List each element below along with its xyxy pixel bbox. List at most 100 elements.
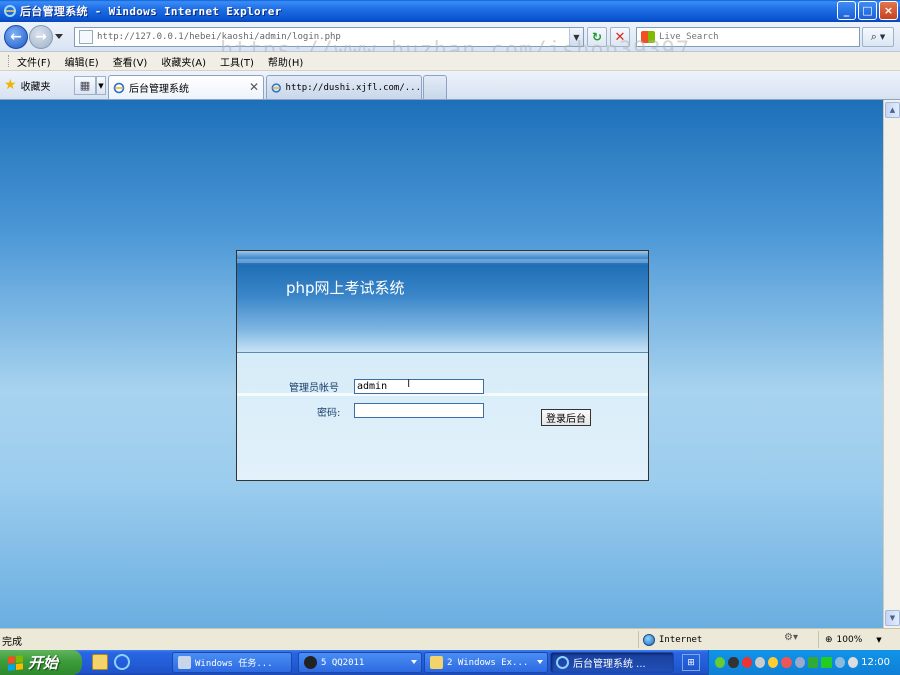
arrow-right-icon: → bbox=[35, 29, 47, 45]
chevron-down-icon bbox=[411, 660, 417, 664]
clock: 12:00 bbox=[861, 657, 890, 668]
ie-logo-icon bbox=[4, 5, 16, 17]
ie-page-icon bbox=[113, 82, 125, 93]
start-button[interactable]: 开始 bbox=[0, 650, 82, 675]
system-tray: 12:00 bbox=[708, 650, 900, 675]
login-button[interactable]: 登录后台 bbox=[541, 409, 591, 426]
toolbar-grip bbox=[8, 55, 11, 67]
chevron-down-icon: ▼ bbox=[98, 81, 104, 90]
menu-bar: 文件(F) 编辑(E) 查看(V) 收藏夹(A) 工具(T) 帮助(H) bbox=[0, 52, 900, 71]
chevron-down-icon: ▼ bbox=[876, 635, 882, 644]
refresh-icon: ↻ bbox=[591, 30, 603, 44]
refresh-button[interactable]: ↻ bbox=[587, 27, 607, 47]
chevron-down-icon bbox=[537, 660, 543, 664]
tab-dushi[interactable]: http://dushi.xjfl.com/... bbox=[266, 75, 422, 99]
folder-icon bbox=[430, 656, 443, 669]
stop-button[interactable]: ✕ bbox=[610, 27, 630, 47]
maximize-button[interactable]: □ bbox=[858, 1, 877, 20]
windows-logo-icon bbox=[8, 654, 23, 671]
search-input[interactable] bbox=[659, 32, 849, 42]
ie-icon[interactable] bbox=[114, 654, 130, 670]
tray-app-icon[interactable] bbox=[715, 657, 726, 668]
volume-icon[interactable] bbox=[847, 657, 859, 668]
task-admin-system[interactable]: 后台管理系统 ... bbox=[550, 652, 674, 673]
task-label: 2 Windows Ex... bbox=[447, 657, 529, 668]
password-label: 密码: bbox=[317, 408, 341, 419]
address-url[interactable]: http://127.0.0.1/hebei/kaoshi/admin/logi… bbox=[97, 32, 341, 42]
zoom-icon: ⊕ bbox=[825, 634, 833, 645]
scroll-down-icon[interactable]: ▼ bbox=[885, 610, 900, 626]
tray-app-icon[interactable] bbox=[741, 657, 752, 668]
menu-view[interactable]: 查看(V) bbox=[113, 54, 148, 69]
qq-icon bbox=[304, 656, 317, 669]
zoom-level: 100% bbox=[836, 634, 863, 645]
status-bar: 完成 Internet ⚙▾ ⊕ 100% ▼ bbox=[0, 628, 900, 650]
close-button[interactable]: × bbox=[879, 1, 898, 20]
window-titlebar[interactable]: 后台管理系统 - Windows Internet Explorer _ □ × bbox=[0, 0, 900, 22]
star-icon: ★ bbox=[4, 77, 17, 93]
favorites-button[interactable]: ★ 收藏夹 bbox=[4, 77, 51, 93]
tray-app-icon[interactable] bbox=[728, 657, 739, 668]
status-text: 完成 bbox=[2, 637, 22, 648]
search-box[interactable] bbox=[636, 27, 860, 47]
window-title: 后台管理系统 - Windows Internet Explorer bbox=[20, 5, 282, 18]
tray-app-icon[interactable] bbox=[768, 657, 779, 668]
network-icon[interactable] bbox=[834, 657, 845, 668]
stop-icon: ✕ bbox=[614, 29, 626, 45]
security-zone[interactable]: Internet bbox=[638, 631, 778, 648]
history-dropdown-icon[interactable] bbox=[55, 34, 63, 39]
new-tab-button[interactable] bbox=[423, 75, 447, 99]
quick-launch bbox=[92, 654, 130, 670]
zone-label: Internet bbox=[659, 634, 703, 645]
text-cursor-icon: I bbox=[407, 377, 411, 390]
menu-file[interactable]: 文件(F) bbox=[17, 54, 51, 69]
chevron-down-icon: ▼ bbox=[879, 33, 886, 41]
task-explorer[interactable]: 2 Windows Ex... bbox=[424, 652, 548, 673]
monitor-icon bbox=[178, 656, 191, 669]
favorites-label: 收藏夹 bbox=[20, 81, 51, 93]
back-button[interactable]: ← bbox=[4, 25, 28, 49]
task-label: 后台管理系统 ... bbox=[573, 659, 646, 670]
chevron-down-icon[interactable]: ▼ bbox=[569, 28, 583, 46]
taskbar: 开始 Windows 任务... 5 QQ2011 2 Windows Ex..… bbox=[0, 650, 900, 675]
menu-edit[interactable]: 编辑(E) bbox=[65, 54, 99, 69]
menu-help[interactable]: 帮助(H) bbox=[268, 54, 303, 69]
menu-favorites[interactable]: 收藏夹(A) bbox=[161, 54, 206, 69]
tab-list-dropdown[interactable]: ▼ bbox=[96, 76, 106, 95]
arrow-left-icon: ← bbox=[10, 29, 22, 45]
close-tab-icon[interactable]: ✕ bbox=[249, 80, 259, 94]
username-input[interactable]: admin bbox=[354, 379, 484, 394]
tray-app-icon[interactable] bbox=[821, 657, 832, 668]
tab-title: 后台管理系统 bbox=[129, 84, 189, 95]
tab-title: http://dushi.xjfl.com/... bbox=[285, 82, 421, 93]
shield-icon[interactable] bbox=[807, 657, 819, 668]
search-button[interactable]: ⌕ ▼ bbox=[862, 27, 894, 47]
grid-icon: ▦ bbox=[79, 79, 91, 92]
vertical-scrollbar[interactable]: ▲ ▼ bbox=[883, 100, 900, 628]
language-icon[interactable]: ⊞ bbox=[682, 654, 700, 671]
login-panel: php网上考试系统 管理员帐号 admin I 密码: 登录后台 bbox=[236, 250, 649, 481]
ie-icon bbox=[556, 656, 569, 669]
live-search-icon bbox=[641, 31, 655, 43]
header-stripe bbox=[237, 259, 648, 263]
task-windows-manager[interactable]: Windows 任务... bbox=[172, 652, 292, 673]
tray-app-icon[interactable] bbox=[794, 657, 805, 668]
task-qq[interactable]: 5 QQ2011 bbox=[298, 652, 422, 673]
folder-icon[interactable] bbox=[92, 654, 108, 670]
forward-button[interactable]: → bbox=[29, 25, 53, 49]
task-label: Windows 任务... bbox=[195, 659, 273, 669]
address-input[interactable]: http://127.0.0.1/hebei/kaoshi/admin/logi… bbox=[74, 27, 584, 47]
tray-app-icon[interactable] bbox=[754, 657, 766, 668]
ie-page-icon bbox=[271, 82, 281, 93]
zoom-control[interactable]: ⊕ 100% ▼ bbox=[818, 631, 900, 648]
quick-tabs-button[interactable]: ▦ bbox=[74, 76, 96, 95]
minimize-button[interactable]: _ bbox=[837, 1, 856, 20]
scroll-up-icon[interactable]: ▲ bbox=[885, 102, 900, 118]
tab-admin-login[interactable]: 后台管理系统 ✕ bbox=[108, 75, 264, 99]
password-input[interactable] bbox=[354, 403, 484, 418]
login-form: 管理员帐号 admin I 密码: 登录后台 bbox=[237, 353, 648, 480]
protected-mode-icon[interactable]: ⚙▾ bbox=[784, 632, 798, 643]
menu-tools[interactable]: 工具(T) bbox=[220, 54, 254, 69]
tray-app-icon[interactable] bbox=[781, 657, 792, 668]
search-icon: ⌕ bbox=[870, 30, 877, 43]
